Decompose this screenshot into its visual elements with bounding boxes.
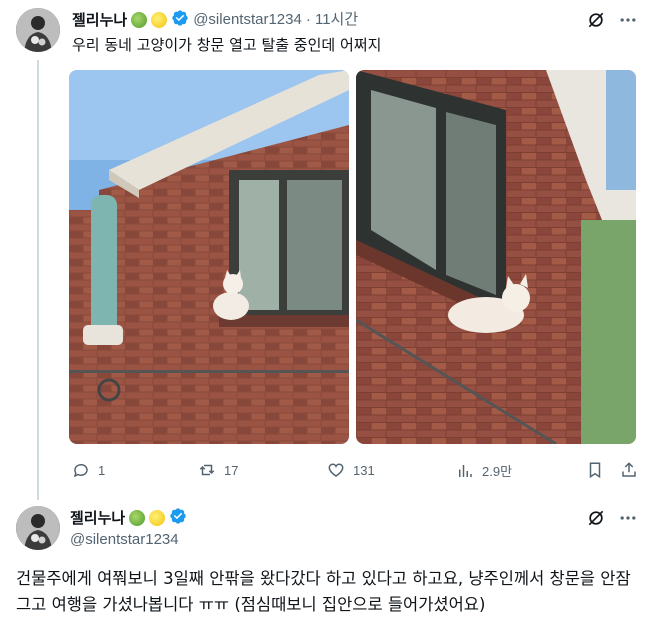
bookmark-icon [589, 462, 601, 479]
reply-icon [73, 463, 88, 478]
like-count: 131 [353, 462, 375, 478]
melon-icon [131, 12, 148, 28]
handle[interactable]: @silentstar1234 [193, 10, 302, 30]
analytics-icon [459, 464, 472, 477]
post-header: 젤리누나 [70, 507, 187, 529]
cat-photo-1[interactable] [69, 70, 349, 444]
avatar[interactable] [16, 506, 60, 550]
handle[interactable]: @silentstar1234 [70, 530, 179, 550]
like-button[interactable]: 131 [327, 461, 375, 479]
bookmark-button[interactable] [586, 461, 604, 479]
reply-count: 1 [98, 462, 106, 478]
post-text: 건물주에게 여쭤보니 3일째 안팎을 왔다갔다 하고 있다고 하고요, 냥주인께… [16, 569, 631, 614]
reply-button[interactable]: 1 [72, 461, 105, 479]
grok-icon[interactable] [586, 508, 606, 532]
more-icon[interactable] [618, 10, 638, 34]
cat-photo-2[interactable] [356, 70, 636, 444]
verified-badge-icon [169, 507, 187, 529]
post-header: 젤리누나 @silentstar1234 · 11시간 [72, 9, 358, 31]
verified-badge-icon [171, 9, 189, 31]
share-button[interactable] [620, 461, 638, 479]
more-icon[interactable] [618, 508, 638, 532]
view-count: 2.9만 [482, 464, 513, 479]
avatar[interactable] [16, 8, 60, 52]
lemon-icon [151, 12, 168, 28]
views-button[interactable]: 2.9만 [456, 461, 512, 480]
grok-icon[interactable] [586, 10, 606, 34]
lemon-icon [149, 510, 166, 526]
repost-icon [199, 464, 215, 476]
share-icon [622, 462, 636, 477]
author-name[interactable]: 젤리누나 [72, 10, 127, 30]
post-text: 우리 동네 고양이가 창문 열고 탈출 중인데 어쩌지 [72, 36, 382, 54]
thread-line [37, 60, 39, 500]
author-name[interactable]: 젤리누나 [70, 508, 125, 528]
timestamp[interactable]: · 11시간 [306, 10, 358, 30]
melon-icon [129, 510, 146, 526]
repost-count: 17 [224, 462, 239, 478]
repost-button[interactable]: 17 [198, 461, 238, 479]
heart-icon [328, 463, 344, 477]
